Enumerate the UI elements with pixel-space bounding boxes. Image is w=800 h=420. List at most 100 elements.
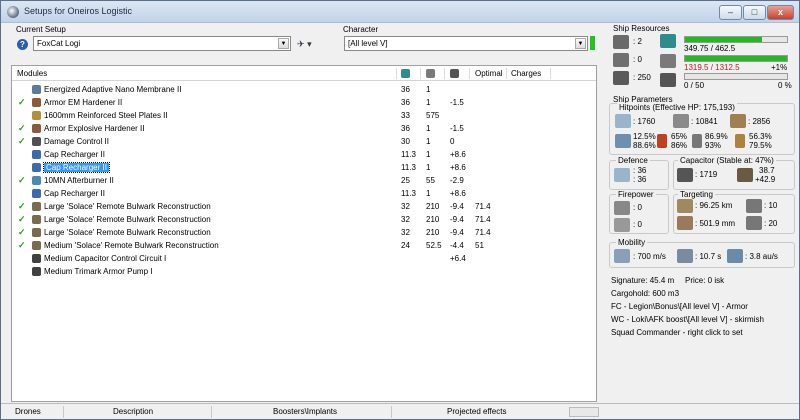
active-check-icon[interactable]: ✓ bbox=[18, 123, 26, 134]
active-check-icon[interactable]: ✓ bbox=[18, 97, 26, 108]
firepower-a: : 0 bbox=[633, 203, 642, 212]
module-row[interactable]: Cap Recharger II 11.3 1 +8.6 bbox=[12, 148, 596, 161]
module-row[interactable]: ✓ Armor Explosive Hardener II 36 1 -1.5 bbox=[12, 122, 596, 135]
mobility-speed: : 700 m/s bbox=[633, 252, 666, 261]
module-powergrid: 1 bbox=[426, 137, 431, 146]
module-cpu: 11.3 bbox=[401, 150, 416, 159]
chevron-down-icon[interactable]: ▼ bbox=[278, 38, 289, 49]
module-row[interactable]: Cap Recharger II 11.3 1 +8.6 bbox=[12, 187, 596, 200]
module-name[interactable]: 1600mm Reinforced Steel Plates II bbox=[44, 111, 168, 120]
powergrid-column-icon[interactable] bbox=[426, 69, 435, 78]
module-name[interactable]: Cap Recharger II bbox=[44, 189, 105, 198]
cap-amount: : 1719 bbox=[695, 170, 718, 179]
module-row[interactable]: ✓ Large 'Solace' Remote Bulwark Reconstru… bbox=[12, 200, 596, 213]
module-list[interactable]: Modules Optimal Charges Energized Adapti… bbox=[11, 65, 597, 402]
character-select-value: [All level V] bbox=[348, 39, 388, 48]
module-icon bbox=[32, 150, 41, 159]
module-row[interactable]: Medium Trimark Armor Pump I bbox=[12, 265, 596, 278]
align-icon bbox=[677, 249, 693, 263]
module-row[interactable]: ✓ Armor EM Hardener II 36 1 -1.5 bbox=[12, 96, 596, 109]
launcher-icon bbox=[613, 53, 629, 67]
setup-select[interactable]: FoxCat Logi ▼ bbox=[33, 36, 291, 51]
module-row[interactable]: ✓ Medium 'Solace' Remote Bulwark Reconstr… bbox=[12, 239, 596, 252]
signature-text: Signature: 45.4 m bbox=[611, 276, 675, 285]
column-optimal[interactable]: Optimal bbox=[475, 69, 503, 78]
chevron-down-icon[interactable]: ▼ bbox=[575, 38, 586, 49]
module-icon bbox=[32, 254, 41, 263]
description-tab[interactable]: Description bbox=[113, 407, 153, 416]
hitpoints-title: Hitpoints (Effective HP: 175,193) bbox=[617, 103, 737, 112]
module-icon bbox=[32, 176, 41, 185]
module-capacitor: +8.6 bbox=[450, 150, 466, 159]
fleet-commander-text[interactable]: FC - Legion\Bonus\[All level V] - Armor bbox=[611, 302, 748, 311]
module-name[interactable]: Medium 'Solace' Remote Bulwark Reconstru… bbox=[44, 241, 219, 250]
module-name[interactable]: Large 'Solace' Remote Bulwark Reconstruc… bbox=[44, 228, 211, 237]
module-row[interactable]: Energized Adaptive Nano Membrane II 36 1 bbox=[12, 83, 596, 96]
column-charges[interactable]: Charges bbox=[511, 69, 541, 78]
module-row[interactable]: ✓ Large 'Solace' Remote Bulwark Reconstru… bbox=[12, 226, 596, 239]
res-armor-ex: 79.5% bbox=[749, 141, 772, 150]
module-powergrid: 1 bbox=[426, 163, 431, 172]
module-name[interactable]: Large 'Solace' Remote Bulwark Reconstruc… bbox=[44, 202, 211, 211]
cap-delta-b: +42.9 bbox=[755, 175, 776, 184]
module-name[interactable]: Armor Explosive Hardener II bbox=[44, 124, 144, 133]
status-disabled-button[interactable] bbox=[569, 407, 599, 417]
module-name[interactable]: Medium Trimark Armor Pump I bbox=[44, 267, 152, 276]
cpu-column-icon[interactable] bbox=[401, 69, 410, 78]
active-check-icon[interactable]: ✓ bbox=[18, 136, 26, 147]
cap-delta-a: 38.7 bbox=[759, 166, 775, 175]
active-check-icon[interactable]: ✓ bbox=[18, 175, 26, 186]
close-button[interactable]: x bbox=[767, 5, 794, 20]
squad-commander-text[interactable]: Squad Commander - right click to set bbox=[611, 328, 743, 337]
defence-title: Defence bbox=[616, 156, 650, 165]
character-select[interactable]: [All level V] ▼ bbox=[344, 36, 588, 51]
module-name[interactable]: Medium Capacitor Control Circuit I bbox=[44, 254, 166, 263]
module-row[interactable]: Medium Capacitor Control Circuit I +6.4 bbox=[12, 252, 596, 265]
minimize-button[interactable]: – bbox=[719, 5, 742, 20]
status-bar: Drones Description Boosters\Implants Pro… bbox=[1, 403, 799, 419]
dronebay-value: 0 / 50 bbox=[684, 81, 705, 90]
powergrid-value: 1319.5 / 1312.5 bbox=[684, 63, 740, 72]
title-bar: Setups for Oneiros Logistic – □ x bbox=[1, 1, 799, 23]
projected-effects-tab[interactable]: Projected effects bbox=[447, 407, 506, 416]
module-row[interactable]: Cap Recharger II 11.3 1 +8.6 bbox=[12, 161, 596, 174]
module-row[interactable]: ✓ Damage Control II 30 1 0 bbox=[12, 135, 596, 148]
scan-resolution-icon bbox=[677, 216, 693, 230]
res-shield-ex: 56.3% bbox=[749, 132, 772, 141]
module-row[interactable]: ✓ 10MN Afterburner II 25 55 -2.9 bbox=[12, 174, 596, 187]
active-check-icon[interactable]: ✓ bbox=[18, 227, 26, 238]
targeting-range: : 96.25 km bbox=[695, 201, 733, 210]
module-name[interactable]: Damage Control II bbox=[44, 137, 109, 146]
column-modules[interactable]: Modules bbox=[17, 69, 47, 78]
active-check-icon[interactable]: ✓ bbox=[18, 240, 26, 251]
module-cpu: 32 bbox=[401, 202, 410, 211]
module-name[interactable]: Cap Recharger II bbox=[43, 162, 110, 173]
module-name[interactable]: Armor EM Hardener II bbox=[44, 98, 122, 107]
boosters-implants-tab[interactable]: Boosters\Implants bbox=[273, 407, 337, 416]
module-name[interactable]: Large 'Solace' Remote Bulwark Reconstruc… bbox=[44, 215, 211, 224]
module-name[interactable]: Energized Adaptive Nano Membrane II bbox=[44, 85, 181, 94]
module-name[interactable]: 10MN Afterburner II bbox=[44, 176, 114, 185]
capacitor-column-icon[interactable] bbox=[450, 69, 459, 78]
module-powergrid: 210 bbox=[426, 215, 440, 224]
drones-tab[interactable]: Drones bbox=[15, 407, 41, 416]
wing-commander-text[interactable]: WC - Loki\AFK boost\[All level V] - skir… bbox=[611, 315, 764, 324]
module-name[interactable]: Cap Recharger II bbox=[44, 150, 105, 159]
module-row[interactable]: ✓ Large 'Solace' Remote Bulwark Reconstru… bbox=[12, 213, 596, 226]
module-powergrid: 1 bbox=[426, 85, 431, 94]
dronebay-bar bbox=[684, 73, 788, 80]
module-icon bbox=[32, 124, 41, 133]
help-icon[interactable]: ? bbox=[17, 39, 28, 50]
ship-menu-button[interactable]: ✈ ▾ bbox=[297, 37, 325, 51]
module-capacitor: -9.4 bbox=[450, 215, 464, 224]
module-row[interactable]: 1600mm Reinforced Steel Plates II 33 575 bbox=[12, 109, 596, 122]
module-icon bbox=[32, 98, 41, 107]
module-icon bbox=[32, 267, 41, 276]
maximize-button[interactable]: □ bbox=[743, 5, 766, 20]
active-check-icon[interactable]: ✓ bbox=[18, 214, 26, 225]
active-check-icon[interactable]: ✓ bbox=[18, 201, 26, 212]
targeting-targets: : 10 bbox=[764, 201, 778, 210]
window-title: Setups for Oneiros Logistic bbox=[24, 6, 133, 16]
res-armor-kin: 93% bbox=[705, 141, 722, 150]
module-optimal: 71.4 bbox=[475, 228, 491, 237]
